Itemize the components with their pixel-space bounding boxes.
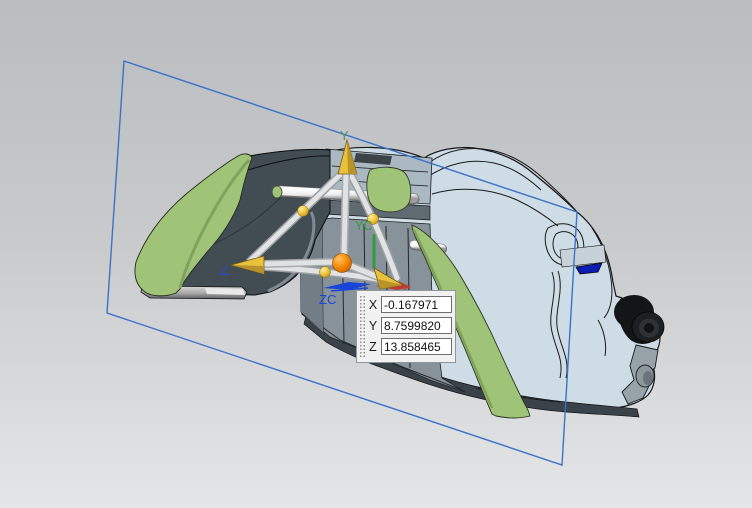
green-patch[interactable] [367, 167, 411, 212]
rotation-handle-sphere[interactable] [298, 206, 309, 217]
coord-y-label: Y [368, 319, 378, 333]
coord-row-x: X [368, 294, 452, 315]
zc-axis-label: ZC [319, 292, 336, 307]
sill-bar-bright [205, 288, 245, 295]
panel-drag-handle[interactable] [359, 295, 366, 358]
coord-x-label: X [368, 298, 378, 312]
rotation-handle-sphere[interactable] [320, 267, 331, 278]
origin-handle-sphere[interactable] [333, 254, 352, 273]
coord-row-y: Y [368, 315, 452, 336]
coord-z-label: Z [368, 340, 378, 354]
angle-indicator-glyph: ∠ [219, 263, 231, 278]
coord-z-input[interactable] [381, 338, 452, 355]
coord-x-input[interactable] [381, 296, 452, 313]
yc-axis-label: YC [355, 219, 372, 233]
model-canvas: Y YC ZC X ∠ [0, 0, 752, 508]
coordinate-input-panel: X Y Z [356, 290, 456, 363]
cylinder-bar-end-cap [272, 186, 282, 198]
coord-y-input[interactable] [381, 317, 452, 334]
y-axis-label: Y [340, 128, 349, 143]
rear-stub-face [643, 371, 653, 385]
3d-viewport: Y YC ZC X ∠ X Y Z [0, 0, 752, 508]
coord-row-z: Z [368, 336, 452, 357]
